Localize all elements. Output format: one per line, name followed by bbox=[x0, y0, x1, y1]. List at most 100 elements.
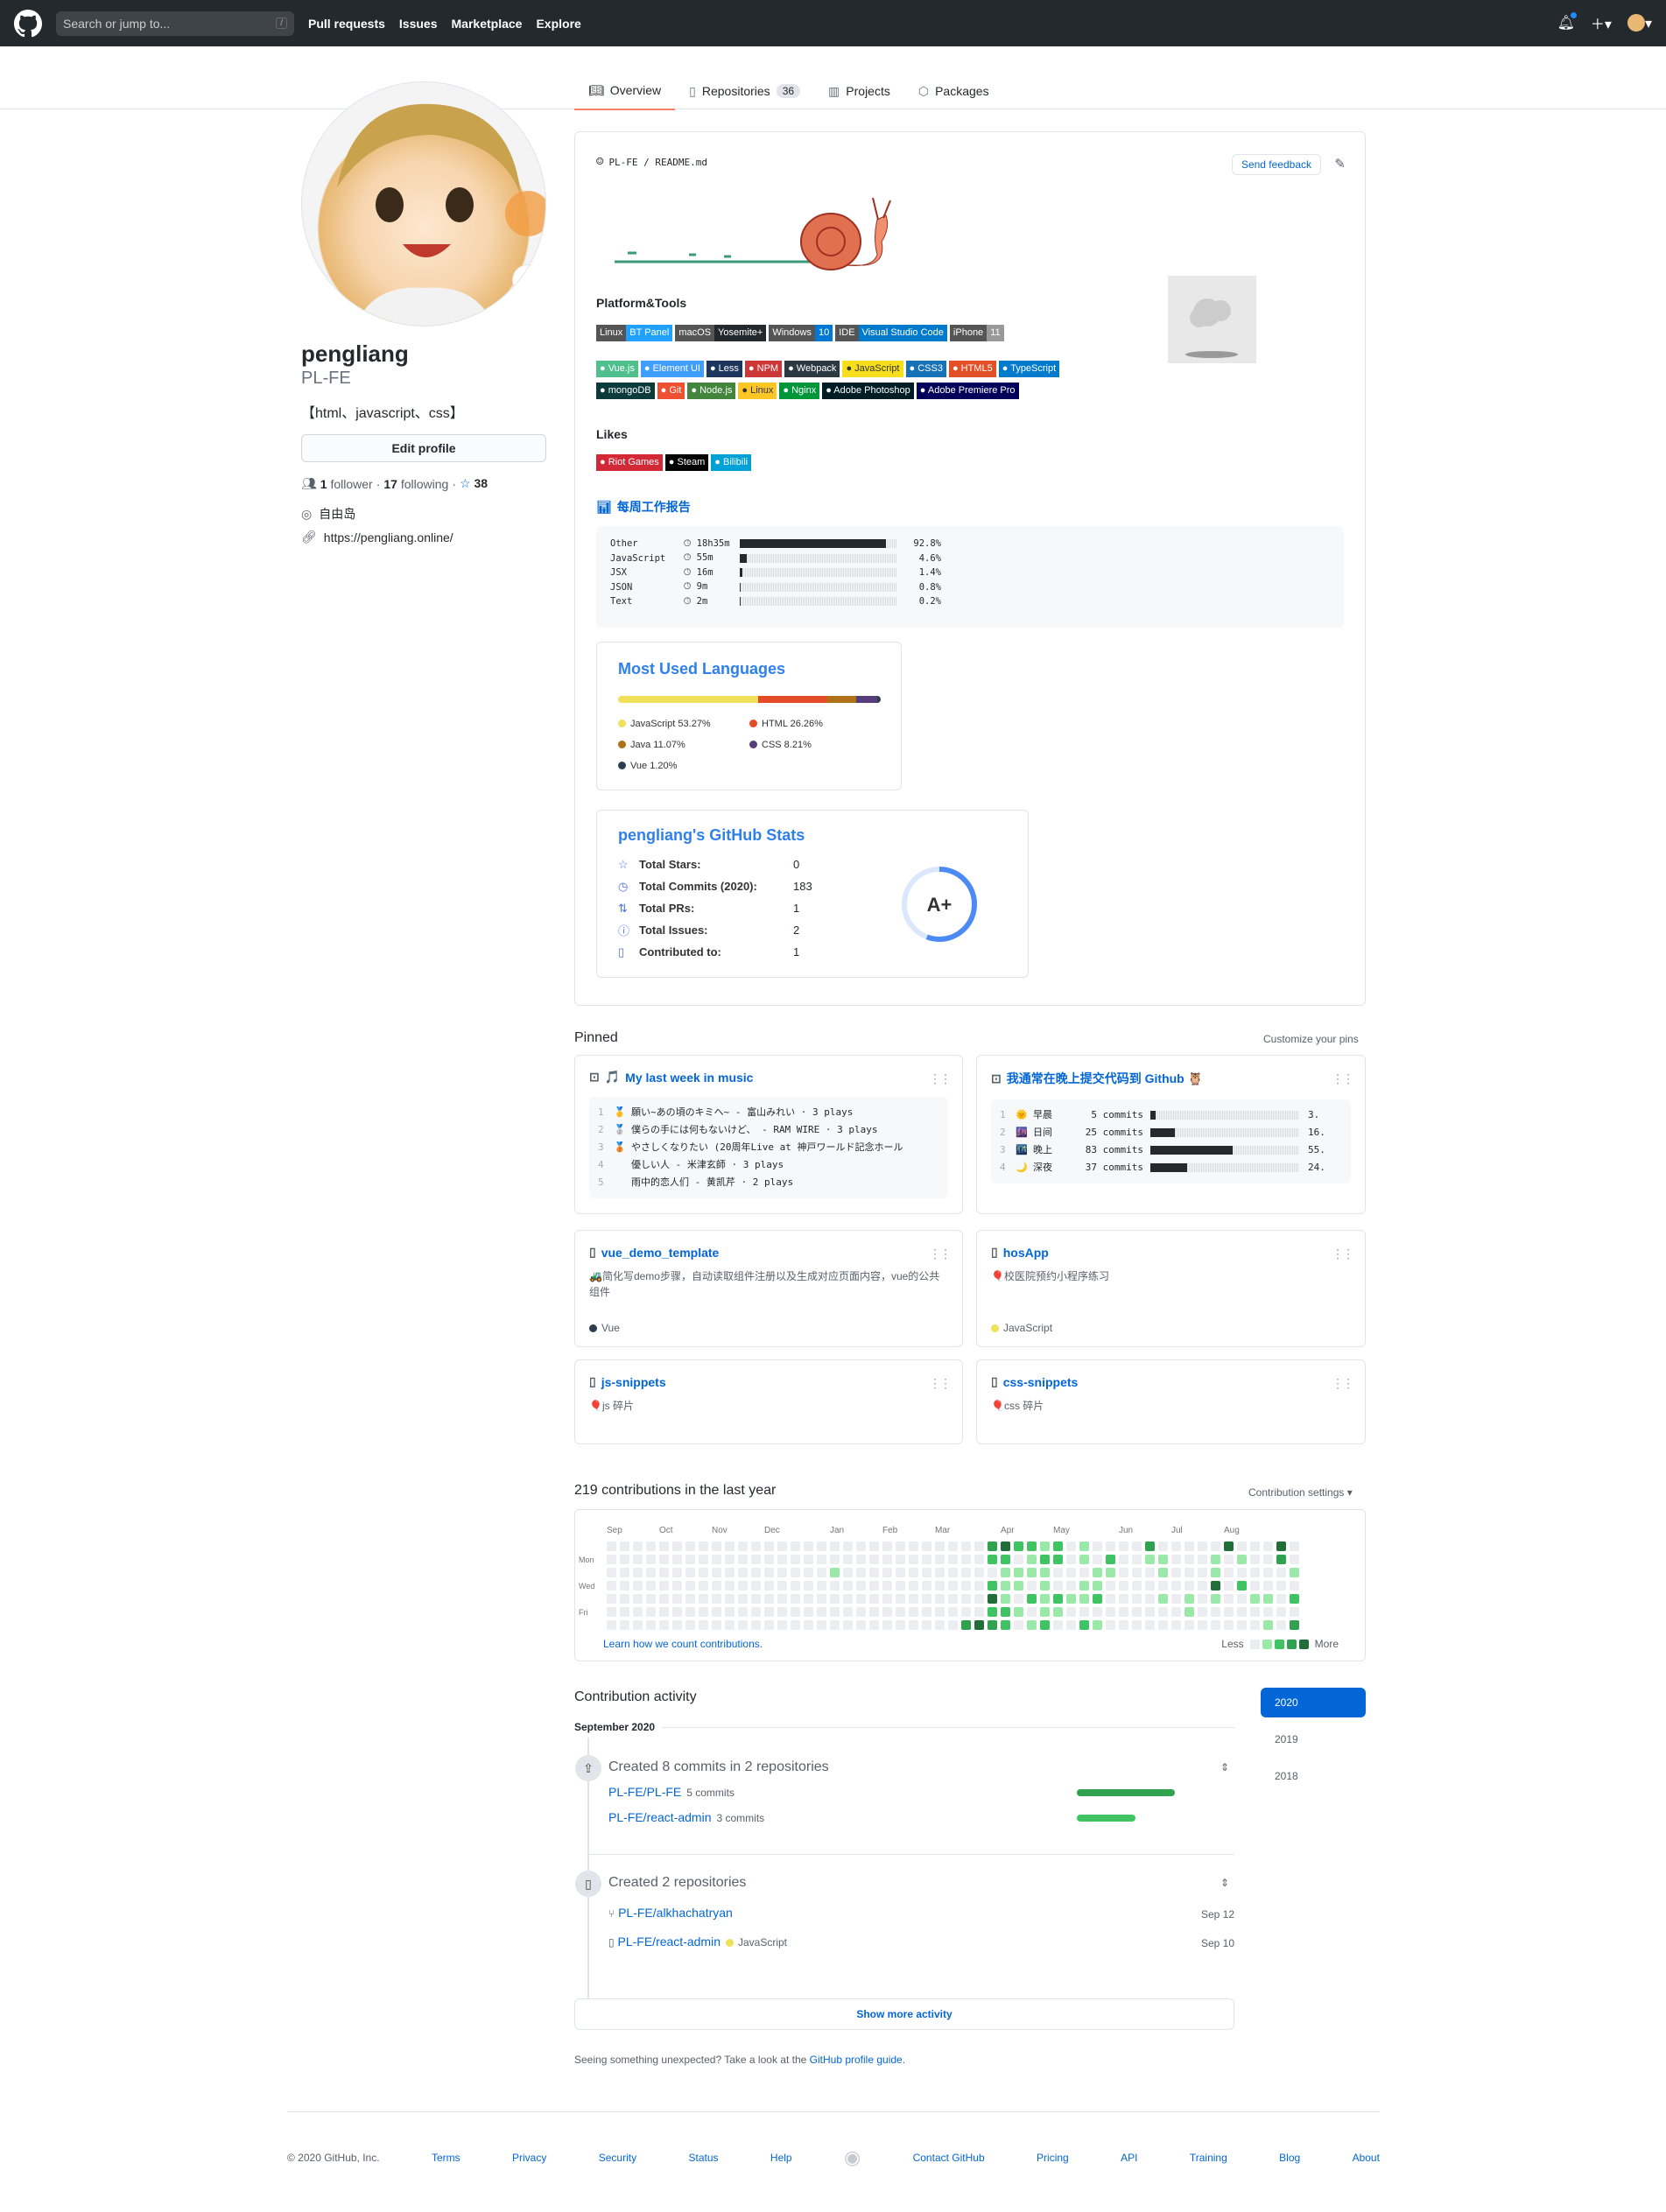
contribution-day[interactable] bbox=[1250, 1581, 1260, 1591]
contribution-day[interactable] bbox=[843, 1568, 853, 1577]
contribution-day[interactable] bbox=[1119, 1541, 1128, 1551]
contribution-day[interactable] bbox=[1224, 1594, 1234, 1604]
following-link[interactable]: 17 following bbox=[383, 477, 448, 491]
contribution-day[interactable] bbox=[817, 1607, 826, 1617]
contribution-day[interactable] bbox=[869, 1568, 879, 1577]
contribution-day[interactable] bbox=[1079, 1555, 1089, 1564]
contribution-day[interactable] bbox=[685, 1607, 695, 1617]
repo-title-link[interactable]: js-snippets bbox=[601, 1375, 666, 1389]
contribution-day[interactable] bbox=[646, 1555, 656, 1564]
contribution-day[interactable] bbox=[1171, 1620, 1181, 1630]
github-mark-icon[interactable]: ◉ bbox=[844, 2146, 861, 2169]
contribution-day[interactable] bbox=[1119, 1607, 1128, 1617]
contribution-day[interactable] bbox=[896, 1581, 905, 1591]
contribution-day[interactable] bbox=[738, 1581, 748, 1591]
footer-link[interactable]: Contact GitHub bbox=[913, 2152, 985, 2164]
contribution-day[interactable] bbox=[751, 1541, 761, 1551]
contribution-day[interactable] bbox=[882, 1620, 892, 1630]
contribution-day[interactable] bbox=[1066, 1594, 1076, 1604]
contribution-day[interactable] bbox=[882, 1541, 892, 1551]
contribution-day[interactable] bbox=[1263, 1555, 1273, 1564]
contribution-day[interactable] bbox=[856, 1555, 866, 1564]
contribution-day[interactable] bbox=[777, 1594, 787, 1604]
contribution-day[interactable] bbox=[699, 1594, 708, 1604]
footer-link[interactable]: Status bbox=[689, 2152, 719, 2164]
contribution-day[interactable] bbox=[1106, 1594, 1115, 1604]
contribution-day[interactable] bbox=[804, 1594, 813, 1604]
contribution-day[interactable] bbox=[1014, 1555, 1023, 1564]
contribution-day[interactable] bbox=[1106, 1620, 1115, 1630]
profile-guide-link[interactable]: GitHub profile guide bbox=[810, 2054, 903, 2066]
contribution-day[interactable] bbox=[1053, 1541, 1063, 1551]
contribution-day[interactable] bbox=[1066, 1568, 1076, 1577]
contribution-day[interactable] bbox=[1040, 1555, 1050, 1564]
contribution-day[interactable] bbox=[1053, 1607, 1063, 1617]
contribution-day[interactable] bbox=[1237, 1568, 1247, 1577]
contribution-day[interactable] bbox=[869, 1607, 879, 1617]
contribution-day[interactable] bbox=[909, 1620, 918, 1630]
contribution-day[interactable] bbox=[659, 1581, 669, 1591]
contribution-day[interactable] bbox=[948, 1607, 958, 1617]
contribution-day[interactable] bbox=[974, 1607, 984, 1617]
contribution-day[interactable] bbox=[922, 1581, 931, 1591]
contribution-day[interactable] bbox=[712, 1607, 721, 1617]
contribution-day[interactable] bbox=[620, 1594, 629, 1604]
year-2019[interactable]: 2019 bbox=[1261, 1724, 1366, 1754]
contribution-day[interactable] bbox=[804, 1581, 813, 1591]
contribution-day[interactable] bbox=[922, 1568, 931, 1577]
contribution-day[interactable] bbox=[1276, 1541, 1286, 1551]
contribution-day[interactable] bbox=[869, 1555, 879, 1564]
contribution-day[interactable] bbox=[1079, 1620, 1089, 1630]
contribution-day[interactable] bbox=[1014, 1581, 1023, 1591]
year-2020[interactable]: 2020 bbox=[1261, 1688, 1366, 1717]
contribution-day[interactable] bbox=[961, 1581, 971, 1591]
contribution-day[interactable] bbox=[804, 1568, 813, 1577]
contribution-day[interactable] bbox=[1224, 1555, 1234, 1564]
footer-link[interactable]: Privacy bbox=[512, 2152, 546, 2164]
contribution-day[interactable] bbox=[751, 1555, 761, 1564]
contribution-day[interactable] bbox=[1263, 1568, 1273, 1577]
plus-dropdown-icon[interactable]: ＋▾ bbox=[1591, 12, 1612, 33]
contribution-day[interactable] bbox=[830, 1555, 840, 1564]
contribution-day[interactable] bbox=[1014, 1568, 1023, 1577]
contribution-day[interactable] bbox=[1001, 1568, 1010, 1577]
footer-link[interactable]: API bbox=[1121, 2152, 1137, 2164]
contribution-day[interactable] bbox=[1290, 1581, 1299, 1591]
repo-title-link[interactable]: vue_demo_template bbox=[601, 1246, 720, 1260]
contribution-day[interactable] bbox=[909, 1555, 918, 1564]
contribution-day[interactable] bbox=[725, 1581, 735, 1591]
fold-icon[interactable]: ⇕ bbox=[1220, 1761, 1229, 1773]
contribution-day[interactable] bbox=[1001, 1620, 1010, 1630]
contribution-day[interactable] bbox=[1250, 1594, 1260, 1604]
bell-icon[interactable]: 🔔︎ bbox=[1557, 12, 1577, 32]
contribution-day[interactable] bbox=[1027, 1555, 1037, 1564]
contribution-day[interactable] bbox=[896, 1555, 905, 1564]
contribution-day[interactable] bbox=[1184, 1555, 1194, 1564]
contribution-day[interactable] bbox=[659, 1594, 669, 1604]
contribution-day[interactable] bbox=[1237, 1607, 1247, 1617]
contribution-day[interactable] bbox=[672, 1541, 682, 1551]
contribution-day[interactable] bbox=[948, 1594, 958, 1604]
contribution-day[interactable] bbox=[961, 1541, 971, 1551]
contribution-day[interactable] bbox=[1014, 1594, 1023, 1604]
contribution-day[interactable] bbox=[685, 1594, 695, 1604]
contribution-day[interactable] bbox=[1184, 1568, 1194, 1577]
contribution-day[interactable] bbox=[646, 1581, 656, 1591]
contribution-day[interactable] bbox=[738, 1555, 748, 1564]
contribution-day[interactable] bbox=[646, 1607, 656, 1617]
contribution-day[interactable] bbox=[1040, 1541, 1050, 1551]
contribution-day[interactable] bbox=[1093, 1620, 1102, 1630]
contribution-day[interactable] bbox=[1053, 1594, 1063, 1604]
contribution-day[interactable] bbox=[935, 1581, 945, 1591]
contribution-day[interactable] bbox=[764, 1555, 774, 1564]
followers-link[interactable]: 1 follower bbox=[320, 477, 373, 491]
contribution-day[interactable] bbox=[882, 1581, 892, 1591]
contribution-day[interactable] bbox=[712, 1555, 721, 1564]
contribution-day[interactable] bbox=[646, 1594, 656, 1604]
contribution-day[interactable] bbox=[1106, 1568, 1115, 1577]
contribution-day[interactable] bbox=[1027, 1568, 1037, 1577]
tab-projects[interactable]: ▥ Projects bbox=[814, 72, 904, 110]
contribution-day[interactable] bbox=[791, 1620, 800, 1630]
contribution-day[interactable] bbox=[948, 1541, 958, 1551]
contribution-day[interactable] bbox=[1171, 1594, 1181, 1604]
